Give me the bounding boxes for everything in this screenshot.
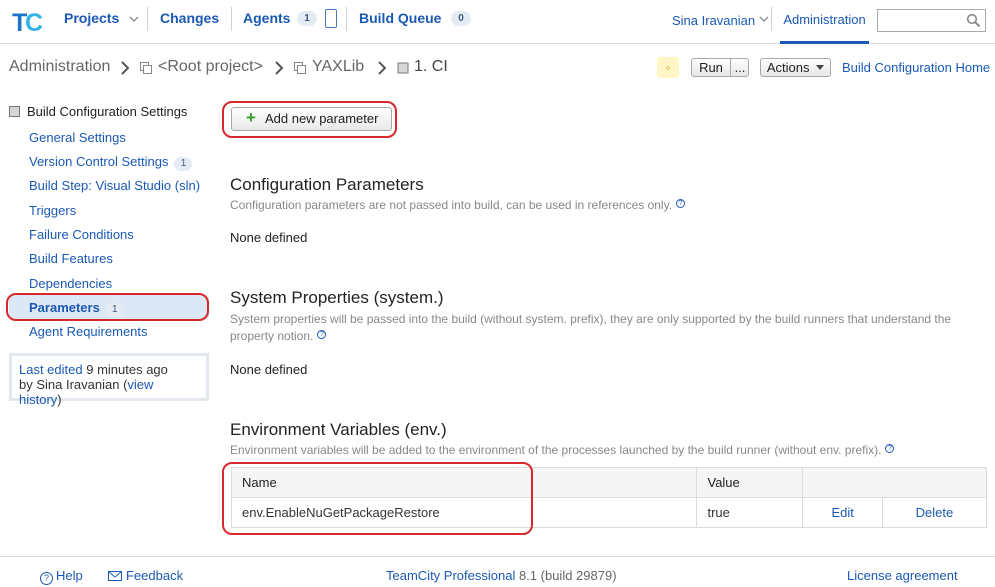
top-navigation-bar: T C Projects Changes Agents 1 Build Queu… xyxy=(0,0,995,44)
run-custom-button[interactable]: ... xyxy=(731,59,749,76)
breadcrumb-yaxlib[interactable]: YAXLib xyxy=(312,58,364,76)
chevron-right-icon xyxy=(275,61,284,75)
environment-variables-description-text: Environment variables will be added to t… xyxy=(230,443,882,457)
sidebar-item-general-settings[interactable]: General Settings xyxy=(29,130,126,145)
nav-build-queue[interactable]: Build Queue xyxy=(359,10,441,26)
user-dropdown-icon[interactable] xyxy=(758,14,770,24)
product-version: 8.1 (build 29879) xyxy=(518,568,617,583)
sidebar-title-label: Build Configuration Settings xyxy=(27,104,188,119)
sidebar-item-version-control-settings[interactable]: Version Control Settings 1 xyxy=(29,154,193,171)
search-icon[interactable] xyxy=(966,13,981,28)
breadcrumb-build-config: 1. CI xyxy=(414,58,448,75)
sidebar-item-failure-conditions[interactable]: Failure Conditions xyxy=(29,227,134,242)
help-icon[interactable]: ? xyxy=(676,199,686,208)
nav-separator xyxy=(771,7,772,31)
agents-count-badge: 1 xyxy=(297,11,317,26)
chevron-right-icon xyxy=(121,61,130,75)
sidebar-item-label[interactable]: Version Control Settings xyxy=(29,154,168,169)
teamcity-logo-icon[interactable]: T C xyxy=(11,4,45,38)
build-queue-count-badge: 0 xyxy=(451,11,471,26)
help-link-label[interactable]: Help xyxy=(56,568,83,583)
project-icon xyxy=(140,62,152,74)
actions-button[interactable]: Actions xyxy=(760,58,831,77)
build-configuration-home-link[interactable]: Build Configuration Home xyxy=(842,60,990,75)
environment-variables-description: Environment variables will be added to t… xyxy=(230,442,980,459)
run-button-label[interactable]: Run xyxy=(692,59,730,76)
build-configuration-icon xyxy=(9,106,20,117)
system-properties-description-text: System properties will be passed into th… xyxy=(230,312,952,343)
sidebar-item-label[interactable]: Failure Conditions xyxy=(29,227,134,242)
feedback-link[interactable]: Feedback xyxy=(108,568,183,583)
help-circle-icon: ? xyxy=(40,572,53,585)
caret-down-icon xyxy=(816,65,825,70)
last-edited-link[interactable]: Last edited xyxy=(19,362,83,377)
environment-variables-title: Environment Variables (env.) xyxy=(230,420,447,439)
configuration-parameters-empty: None defined xyxy=(230,230,308,245)
projects-dropdown-icon[interactable] xyxy=(128,14,140,24)
column-header-value: Value xyxy=(696,467,804,498)
run-button[interactable]: Run ... xyxy=(691,58,749,77)
help-link[interactable]: ? Help xyxy=(40,568,83,585)
tab-administration[interactable]: Administration xyxy=(780,0,869,44)
configuration-parameters-title: Configuration Parameters xyxy=(230,175,424,194)
sidebar-item-build-features[interactable]: Build Features xyxy=(29,251,113,266)
annotation-highlight-parameters xyxy=(6,293,209,321)
last-edited-by: by Sina Iravanian ( xyxy=(19,377,128,392)
sidebar-item-label[interactable]: Triggers xyxy=(29,203,76,218)
nav-separator xyxy=(147,7,148,31)
feedback-link-label[interactable]: Feedback xyxy=(126,568,183,583)
system-properties-empty: None defined xyxy=(230,362,308,377)
project-icon xyxy=(294,62,306,74)
annotation-highlight-env-table xyxy=(222,462,533,535)
last-edited-time: 9 minutes ago xyxy=(86,362,168,377)
actions-button-label: Actions xyxy=(766,60,810,75)
parameter-value-cell[interactable]: true xyxy=(696,497,804,528)
configuration-parameters-description: Configuration parameters are not passed … xyxy=(230,197,980,214)
edit-parameter-link[interactable]: Edit xyxy=(802,497,883,528)
user-menu[interactable]: Sina Iravanian xyxy=(672,13,755,28)
nav-separator xyxy=(231,7,232,31)
sidebar-item-label[interactable]: Dependencies xyxy=(29,276,112,291)
nav-projects[interactable]: Projects xyxy=(64,10,119,26)
sidebar-item-dependencies[interactable]: Dependencies xyxy=(29,276,112,291)
column-header-actions xyxy=(882,467,988,498)
sidebar-item-triggers[interactable]: Triggers xyxy=(29,203,76,218)
breadcrumb-administration[interactable]: Administration xyxy=(9,58,110,76)
breadcrumb-root-project[interactable]: <Root project> xyxy=(158,58,263,76)
product-info: TeamCity Professional 8.1 (build 29879) xyxy=(386,568,617,583)
annotation-highlight-add-button xyxy=(222,101,397,138)
configuration-parameters-description-text: Configuration parameters are not passed … xyxy=(230,198,673,212)
delete-parameter-link[interactable]: Delete xyxy=(881,497,988,528)
sidebar-title: Build Configuration Settings xyxy=(9,104,187,119)
svg-text:C: C xyxy=(25,9,43,37)
last-edited-box: Last edited 9 minutes ago by Sina Iravan… xyxy=(9,353,209,407)
envelope-icon xyxy=(108,571,122,581)
sidebar-count-badge: 1 xyxy=(174,157,193,171)
lightbulb-icon[interactable]: ◦ xyxy=(657,57,679,78)
agent-status-icon[interactable] xyxy=(325,9,337,28)
sidebar-item-agent-requirements[interactable]: Agent Requirements xyxy=(29,324,148,339)
column-header-spacer xyxy=(802,467,883,498)
system-properties-description: System properties will be passed into th… xyxy=(230,311,980,345)
help-icon[interactable]: ? xyxy=(885,444,895,453)
nav-separator xyxy=(346,7,347,31)
chevron-right-icon xyxy=(378,61,387,75)
page-footer: ? Help Feedback TeamCity Professional 8.1… xyxy=(0,556,995,587)
sidebar-item-label[interactable]: Build Features xyxy=(29,251,113,266)
nav-agents[interactable]: Agents xyxy=(243,10,290,26)
product-name-link[interactable]: TeamCity Professional xyxy=(386,568,515,583)
close-paren: ) xyxy=(57,392,62,407)
sidebar-item-label[interactable]: General Settings xyxy=(29,130,126,145)
sidebar-item-label[interactable]: Agent Requirements xyxy=(29,324,148,339)
search-input[interactable] xyxy=(877,9,986,32)
sidebar-item-build-step[interactable]: Build Step: Visual Studio (sln) xyxy=(29,178,200,193)
sidebar-item-label[interactable]: Build Step: Visual Studio (sln) xyxy=(29,178,200,193)
nav-changes[interactable]: Changes xyxy=(160,10,219,26)
build-configuration-icon xyxy=(397,62,409,74)
help-icon[interactable]: ? xyxy=(317,330,327,339)
license-agreement-link[interactable]: License agreement xyxy=(847,568,958,583)
system-properties-title: System Properties (system.) xyxy=(230,288,444,307)
